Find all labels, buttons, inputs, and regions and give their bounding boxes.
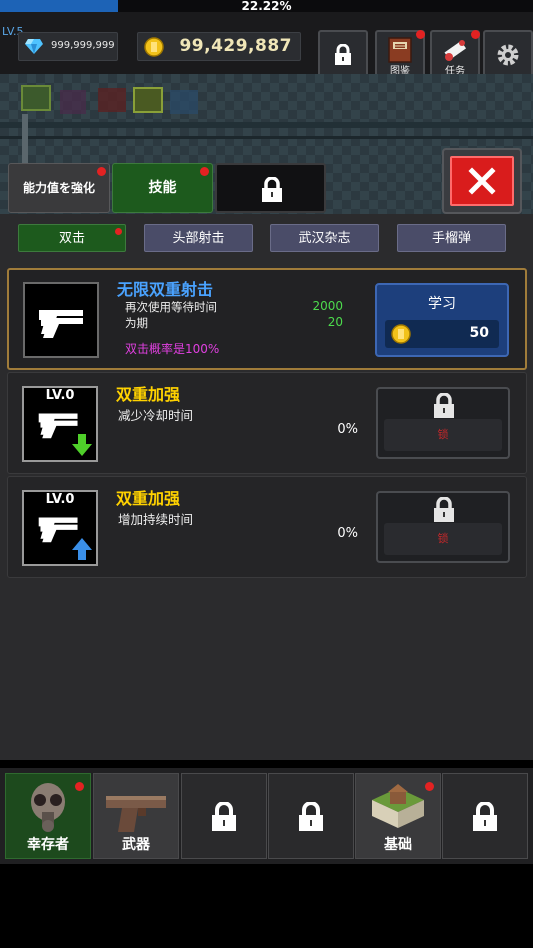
nav-base-label: 基础 <box>384 837 412 853</box>
skill-description: 减少冷却时间 <box>118 408 194 423</box>
locked-upgrade-button[interactable]: 锁 <box>376 387 510 459</box>
subtab-grenade[interactable]: 手榴弹 <box>397 224 506 252</box>
book-icon <box>388 37 412 63</box>
skill-description: 增加持续时间 <box>118 512 194 527</box>
gold-counter[interactable]: 99,429,887 <box>137 32 301 61</box>
nav-weapon[interactable]: 武器 <box>93 773 179 859</box>
nav-survivor-label: 幸存者 <box>27 837 69 853</box>
subtab-label: 武汉杂志 <box>298 231 351 246</box>
skill-card-infinite-double-shot: 无限双重射击 再次使用等待时间 为期 2000 20 双击概率是100% 学习 … <box>7 268 527 370</box>
skill-value-cooldown: 2000 <box>312 299 343 313</box>
subtab-magazine[interactable]: 武汉杂志 <box>270 224 379 252</box>
skill-thumbnail <box>23 282 99 358</box>
lock-icon <box>212 802 236 831</box>
skill-card-duration-boost: LV.0 双重加强 增加持续时间 0% 锁 <box>7 476 527 578</box>
nav-locked-1[interactable] <box>181 773 267 859</box>
tab-skills[interactable]: 技能 <box>112 163 213 213</box>
skill-line-cooldown: 再次使用等待时间 <box>125 300 217 314</box>
nav-weapon-label: 武器 <box>122 837 150 853</box>
skill-level: LV.0 <box>45 388 75 403</box>
gasmask-icon <box>31 783 65 832</box>
learn-button[interactable]: 学习 50 <box>375 283 509 357</box>
subtab-label: 手榴弹 <box>431 231 471 246</box>
locked-label: 锁 <box>384 523 502 555</box>
skill-line-duration: 为期 <box>125 316 148 330</box>
learn-button-label: 学习 <box>428 296 456 312</box>
skill-level: LV.0 <box>45 492 75 507</box>
lock-icon <box>473 802 497 831</box>
arrow-up-icon <box>72 538 92 560</box>
lock-button[interactable] <box>318 30 368 80</box>
skill-title: 无限双重射击 <box>117 280 214 299</box>
nav-base[interactable]: 基础 <box>355 773 441 859</box>
scroll-icon <box>444 40 467 61</box>
skill-note: 双击概率是100% <box>125 342 220 356</box>
skill-thumbnail: LV.0 <box>22 386 98 462</box>
diamond-icon <box>25 39 43 54</box>
notification-dot <box>471 30 480 39</box>
tab-locked[interactable] <box>215 163 326 213</box>
subtab-label: 双击 <box>58 231 85 246</box>
skill-card-cooldown-boost: LV.0 双重加强 减少冷却时间 0% 锁 <box>7 372 527 474</box>
notification-dot <box>416 30 425 39</box>
skill-value-duration: 20 <box>327 315 343 329</box>
subtab-headshot[interactable]: 头部射击 <box>144 224 253 252</box>
learn-cost-amount: 50 <box>469 325 489 341</box>
skill-percent: 0% <box>337 526 358 541</box>
notification-dot <box>200 167 209 176</box>
quest-button[interactable]: 任务 <box>430 30 480 80</box>
notification-dot <box>97 167 106 176</box>
lock-icon <box>262 177 282 202</box>
pistol-icon <box>106 796 166 832</box>
locked-label: 锁 <box>384 419 502 451</box>
notification-dot <box>115 228 122 235</box>
skill-title: 双重加强 <box>116 385 181 404</box>
arrow-down-icon <box>72 434 92 456</box>
locked-upgrade-button[interactable]: 锁 <box>376 491 510 563</box>
skill-percent: 0% <box>337 422 358 437</box>
tab-skills-label: 技能 <box>148 180 177 196</box>
gem-amount: 999,999,999 <box>51 40 115 51</box>
header: LV.5 999,999,999 99,429,887 图鉴 任务 <box>0 12 533 80</box>
subtab-label: 头部射击 <box>172 231 225 246</box>
settings-button[interactable] <box>483 30 533 80</box>
close-icon <box>468 167 496 195</box>
codex-button[interactable]: 图鉴 <box>375 30 425 80</box>
gear-icon <box>497 44 519 66</box>
gun-icon <box>39 310 83 338</box>
subtab-double-tap[interactable]: 双击 <box>18 224 126 252</box>
notification-dot <box>425 782 434 791</box>
tab-upgrade-stats-label: 能力值を強化 <box>22 181 95 195</box>
xp-bar: 22.22% <box>0 0 533 13</box>
lock-icon <box>299 802 323 831</box>
house-icon <box>372 784 424 828</box>
close-button[interactable] <box>442 148 522 214</box>
tab-upgrade-stats[interactable]: 能力值を強化 <box>8 163 110 213</box>
nav-locked-3[interactable] <box>442 773 528 859</box>
skill-thumbnail: LV.0 <box>22 490 98 566</box>
notification-dot <box>75 782 84 791</box>
coin-icon <box>144 37 164 57</box>
lock-icon <box>434 497 454 522</box>
gold-amount: 99,429,887 <box>179 36 292 56</box>
skill-title: 双重加强 <box>116 489 181 508</box>
gem-counter[interactable]: 999,999,999 <box>18 32 118 61</box>
lock-icon <box>335 44 351 65</box>
nav-locked-2[interactable] <box>268 773 354 859</box>
nav-survivor[interactable]: 幸存者 <box>5 773 91 859</box>
learn-cost: 50 <box>385 320 499 348</box>
coin-icon <box>391 324 411 344</box>
lock-icon <box>434 393 454 418</box>
